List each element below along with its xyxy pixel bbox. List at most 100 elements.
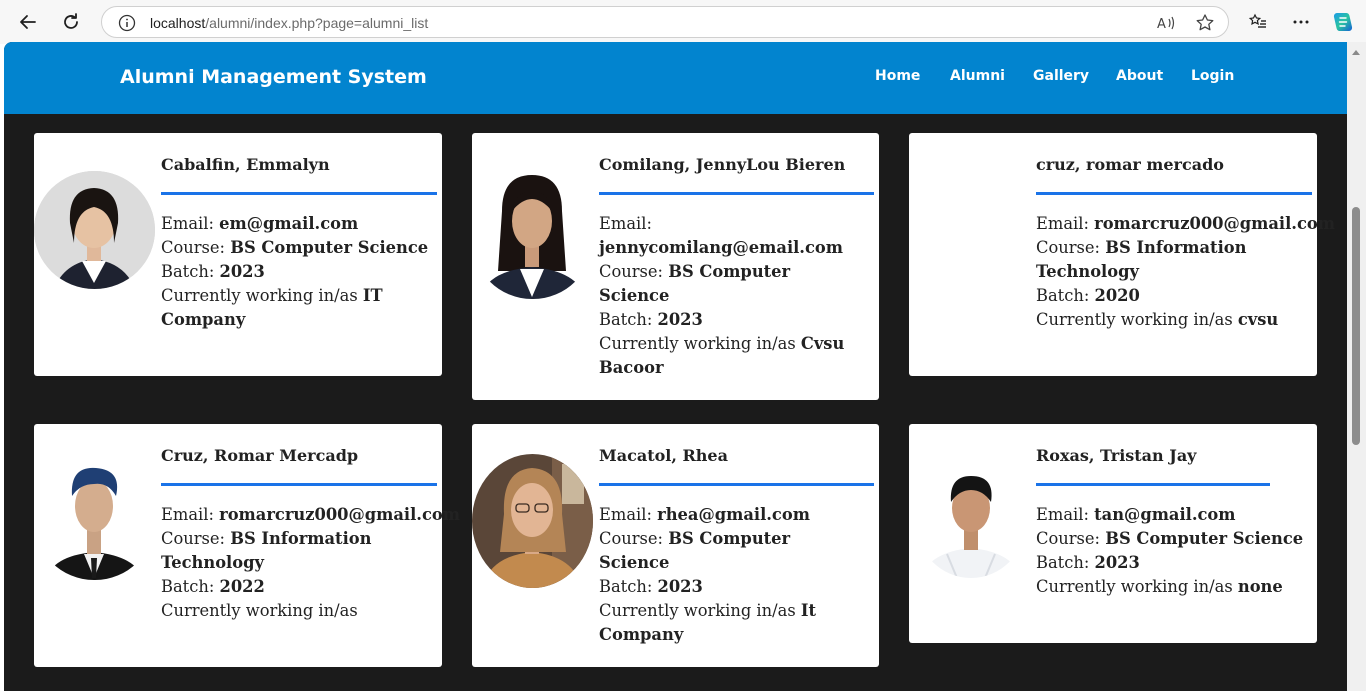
alumni-card[interactable]: cruz, romar mercado Email: romarcruz000@… <box>909 133 1335 376</box>
batch-label: Batch: <box>1036 286 1090 305</box>
batch-line: Batch: 2023 <box>599 575 849 599</box>
read-aloud-icon[interactable]: A <box>1156 13 1176 33</box>
email-value: em@gmail.com <box>219 214 359 233</box>
email-line: Email: romarcruz000@gmail.com <box>1036 212 1335 236</box>
email-label: Email: <box>161 214 214 233</box>
svg-text:A: A <box>1157 17 1166 32</box>
batch-value: 2023 <box>1094 553 1140 572</box>
alumni-details: Email: em@gmail.com Course: BS Computer … <box>161 212 441 332</box>
email-line: Email: tan@gmail.com <box>1036 503 1306 527</box>
name-divider <box>1036 483 1270 486</box>
alumni-card[interactable]: Comilang, JennyLou Bieren Email: jennyco… <box>472 133 879 400</box>
batch-value: 2020 <box>1094 286 1140 305</box>
alumni-card[interactable]: Cabalfin, Emmalyn Email: em@gmail.com Co… <box>34 133 442 376</box>
scroll-up-arrow-icon[interactable] <box>1352 50 1360 55</box>
email-value: rhea@gmail.com <box>657 505 810 524</box>
working-label: Currently working in/as <box>1036 577 1233 596</box>
site-navbar: Alumni Management System Home Alumni Gal… <box>4 42 1347 114</box>
batch-label: Batch: <box>1036 553 1090 572</box>
url-path: /alumni/index.php?page=alumni_list <box>205 15 429 31</box>
alumni-name: Roxas, Tristan Jay <box>1036 446 1197 465</box>
course-label: Course: <box>161 238 226 257</box>
email-label: Email: <box>161 505 214 524</box>
working-line: Currently working in/as Cvsu Bacoor <box>599 332 859 380</box>
batch-line: Batch: 2022 <box>161 575 441 599</box>
favorite-star-icon[interactable] <box>1195 13 1215 33</box>
alumni-name: Cruz, Romar Mercadp <box>161 446 359 465</box>
batch-label: Batch: <box>161 577 215 596</box>
course-line: Course: BS Computer Science <box>599 527 849 575</box>
alumni-photo <box>917 462 1025 578</box>
nav-link-home[interactable]: Home <box>875 68 920 84</box>
email-line: Email: romarcruz000@gmail.com <box>161 503 460 527</box>
email-label: Email: <box>599 214 652 233</box>
info-icon[interactable] <box>118 14 136 32</box>
email-line: Email: jennycomilang@email.com <box>599 212 859 260</box>
refresh-icon[interactable] <box>56 7 86 37</box>
course-label: Course: <box>599 262 664 281</box>
browser-toolbar: localhost/alumni/index.php?page=alumni_l… <box>0 0 1366 44</box>
email-value: romarcruz000@gmail.com <box>1094 214 1335 233</box>
alumni-details: Email: jennycomilang@email.com Course: B… <box>599 212 859 380</box>
name-divider <box>599 192 874 195</box>
working-line: Currently working in/as cvsu <box>1036 308 1316 332</box>
alumni-details: Email: romarcruz000@gmail.com Course: BS… <box>161 503 460 623</box>
url-host: localhost <box>150 15 206 31</box>
course-line: Course: BS Information Technology <box>161 527 441 575</box>
course-label: Course: <box>1036 238 1101 257</box>
more-options-icon[interactable] <box>1286 7 1316 37</box>
alumni-card[interactable]: Cruz, Romar Mercadp Email: romarcruz000@… <box>34 424 460 667</box>
working-line: Currently working in/as none <box>1036 575 1306 599</box>
working-label: Currently working in/as <box>1036 310 1233 329</box>
alumni-name: cruz, romar mercado <box>1036 155 1224 174</box>
course-line: Course: BS Information Technology <box>1036 236 1316 284</box>
batch-label: Batch: <box>599 577 653 596</box>
email-line: Email: em@gmail.com <box>161 212 441 236</box>
alumni-name: Cabalfin, Emmalyn <box>161 155 330 174</box>
course-label: Course: <box>161 529 226 548</box>
course-value: BS Computer Science <box>1105 529 1304 548</box>
page-scrollbar[interactable] <box>1347 42 1366 691</box>
back-arrow-icon[interactable] <box>13 7 43 37</box>
working-label: Currently working in/as <box>161 286 358 305</box>
batch-line: Batch: 2020 <box>1036 284 1316 308</box>
page-viewport: Alumni Management System Home Alumni Gal… <box>4 42 1347 691</box>
copilot-icon[interactable] <box>1328 7 1358 37</box>
email-value: romarcruz000@gmail.com <box>219 505 460 524</box>
nav-link-alumni[interactable]: Alumni <box>950 68 1005 84</box>
alumni-card[interactable]: Roxas, Tristan Jay Email: tan@gmail.com … <box>909 424 1317 643</box>
nav-link-login[interactable]: Login <box>1191 68 1234 84</box>
alumni-details: Email: romarcruz000@gmail.com Course: BS… <box>1036 212 1335 332</box>
name-divider <box>161 192 437 195</box>
url-text[interactable]: localhost/alumni/index.php?page=alumni_l… <box>150 15 428 31</box>
course-label: Course: <box>599 529 664 548</box>
name-divider <box>161 483 437 486</box>
site-brand[interactable]: Alumni Management System <box>120 66 427 88</box>
alumni-photo <box>472 171 593 299</box>
nav-link-gallery[interactable]: Gallery <box>1033 68 1089 84</box>
alumni-photo <box>472 454 593 588</box>
batch-value: 2023 <box>219 262 265 281</box>
course-value: BS Computer Science <box>230 238 429 257</box>
working-line: Currently working in/as IT Company <box>161 284 441 332</box>
batch-label: Batch: <box>161 262 215 281</box>
working-label: Currently working in/as <box>161 601 358 620</box>
course-label: Course: <box>1036 529 1101 548</box>
email-line: Email: rhea@gmail.com <box>599 503 849 527</box>
course-line: Course: BS Computer Science <box>1036 527 1306 551</box>
email-label: Email: <box>1036 214 1089 233</box>
nav-link-about[interactable]: About <box>1116 68 1163 84</box>
alumni-name: Comilang, JennyLou Bieren <box>599 155 846 174</box>
favorites-list-icon[interactable] <box>1243 7 1273 37</box>
email-label: Email: <box>599 505 652 524</box>
alumni-photo <box>34 460 155 580</box>
name-divider <box>599 483 874 486</box>
scrollbar-thumb[interactable] <box>1352 207 1360 445</box>
batch-value: 2023 <box>657 577 703 596</box>
course-line: Course: BS Computer Science <box>599 260 859 308</box>
name-divider <box>1036 192 1312 195</box>
address-bar[interactable]: localhost/alumni/index.php?page=alumni_l… <box>101 6 1229 38</box>
working-value: none <box>1237 577 1283 596</box>
email-value: jennycomilang@email.com <box>599 238 843 257</box>
alumni-card[interactable]: Macatol, Rhea Email: rhea@gmail.com Cour… <box>472 424 879 667</box>
